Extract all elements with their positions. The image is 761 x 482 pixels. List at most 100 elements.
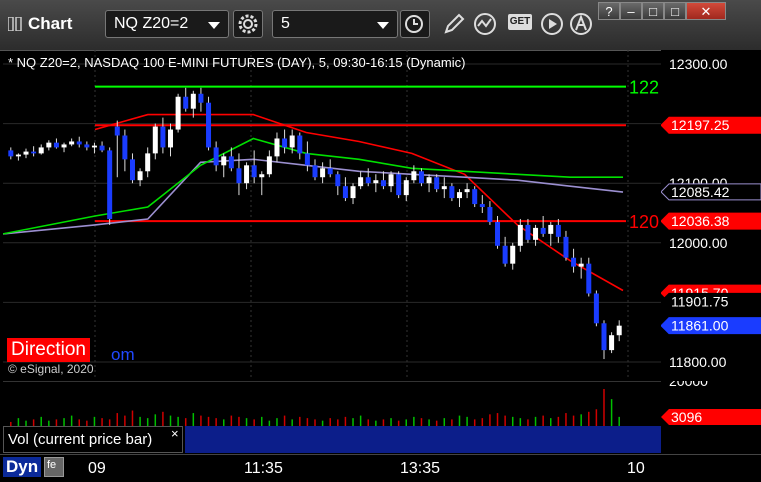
volume-pane[interactable] <box>3 381 661 427</box>
candle-body <box>350 186 356 199</box>
candle-body <box>69 141 75 145</box>
price-axis[interactable]: 12300.0012200.0012100.0012000.0011900.00… <box>661 50 761 378</box>
copyright: © eSignal, 2020 <box>8 362 94 376</box>
price-plot[interactable]: 122 120 <box>3 50 661 378</box>
candle-body <box>129 159 135 181</box>
close-button[interactable]: ✕ <box>686 2 726 20</box>
chart-window: Chart NQ Z20=2 5 GET ? – □ □ ✕ 122 120 1… <box>0 0 761 482</box>
candle-body <box>122 135 128 160</box>
candle-body <box>502 245 508 264</box>
candle-body <box>563 236 569 258</box>
candle-body <box>8 150 14 157</box>
candle-body <box>586 263 592 294</box>
studies-icon[interactable] <box>473 12 499 36</box>
candle-body <box>403 180 409 196</box>
candle-body <box>274 138 280 157</box>
candle-body <box>91 145 97 148</box>
candle-body <box>84 144 90 148</box>
candle-body <box>160 126 166 148</box>
close-icon[interactable]: × <box>171 426 179 441</box>
candle-body <box>441 186 447 190</box>
candle-body <box>540 227 546 234</box>
candle-body <box>99 145 105 151</box>
help-button[interactable]: ? <box>598 2 620 20</box>
candle-body <box>175 96 181 130</box>
toolbar: Chart NQ Z20=2 5 GET ? – □ □ ✕ <box>0 0 761 51</box>
candle-body <box>578 263 584 267</box>
clock-icon <box>405 15 423 33</box>
volume-current-label: 3096 <box>671 409 702 425</box>
time-axis[interactable]: 09 11:35 13:35 10 <box>0 454 761 482</box>
candle-body <box>206 102 212 148</box>
symbol-combo[interactable]: NQ Z20=2 <box>105 10 229 38</box>
candle-body <box>23 151 29 155</box>
settings-button[interactable] <box>233 10 263 38</box>
study-line-lower <box>3 137 623 235</box>
candle-body <box>190 93 196 109</box>
price-tag: 11901.75 <box>661 292 761 310</box>
candle-body <box>304 153 310 166</box>
candle-body <box>479 204 485 208</box>
price-tag: 11861.00 <box>661 317 761 335</box>
dynamic-toggle-button[interactable]: Dyn <box>3 457 42 477</box>
maximize-button[interactable]: □ <box>664 2 686 20</box>
play-icon[interactable] <box>540 12 566 36</box>
candle-body <box>183 96 189 109</box>
chevron-down-icon[interactable] <box>377 22 389 29</box>
volume-label: Vol (current price bar) <box>8 431 153 448</box>
time-button[interactable] <box>400 10 430 38</box>
price-tag-label: 12085.42 <box>671 184 730 200</box>
dynamic-settings-icon[interactable]: fe <box>44 457 64 477</box>
candle-body <box>198 93 204 103</box>
direction-label: Direction <box>7 338 90 362</box>
candle-body <box>434 177 440 190</box>
candle-body <box>517 224 523 246</box>
candle-body <box>525 224 531 240</box>
candle-body <box>312 165 318 178</box>
direction-tail-text: om <box>111 345 135 364</box>
candle-body <box>152 126 158 154</box>
chevron-down-icon[interactable] <box>208 22 220 29</box>
candle-body <box>46 142 52 148</box>
get-label: GET <box>509 16 531 27</box>
restore-button[interactable]: □ <box>642 2 664 20</box>
symbol-value: NQ Z20=2 <box>114 15 189 32</box>
candle-body <box>335 174 341 187</box>
alert-icon[interactable] <box>569 12 595 36</box>
candle-body <box>571 257 577 267</box>
candle-body <box>396 174 402 196</box>
candle-body <box>61 144 67 148</box>
candle-body <box>145 153 151 172</box>
volume-axis: 20000 3096 <box>661 381 761 425</box>
price-tag-label: 11901.75 <box>671 293 729 309</box>
minimize-button[interactable]: – <box>620 2 642 20</box>
candle-body <box>114 126 120 136</box>
level-label: 120 <box>629 212 659 232</box>
get-data-icon[interactable]: GET <box>508 14 532 30</box>
volume-label-bar <box>185 426 661 453</box>
interval-combo[interactable]: 5 <box>272 10 398 38</box>
candle-body <box>168 129 174 148</box>
candle-body <box>31 151 37 154</box>
price-tag: 12085.42 <box>661 183 761 201</box>
price-tag-label: 11861.00 <box>671 318 729 334</box>
time-tick: 10 <box>627 460 645 477</box>
candle-body <box>137 171 143 181</box>
interval-value: 5 <box>281 15 290 32</box>
pencil-icon[interactable] <box>441 12 467 36</box>
candle-body <box>418 171 424 184</box>
candle-body <box>464 189 470 193</box>
price-tag-label: 12036.38 <box>671 213 730 229</box>
time-tick: 11:35 <box>244 460 283 477</box>
grid-icon[interactable] <box>8 17 22 31</box>
candle-body <box>342 186 348 199</box>
time-tick: 13:35 <box>400 460 441 477</box>
candle-body <box>555 224 561 237</box>
price-tick-label: 12300.00 <box>669 56 728 72</box>
candle-body <box>601 323 607 351</box>
price-tick-label: 11800.00 <box>669 354 727 370</box>
candle-body <box>609 335 615 351</box>
candle-body <box>76 141 82 145</box>
candle-body <box>472 189 478 205</box>
level-label: 122 <box>629 78 659 98</box>
